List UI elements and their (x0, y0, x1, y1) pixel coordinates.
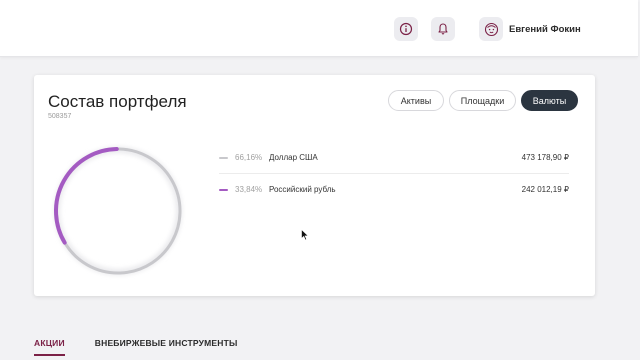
legend-swatch (219, 188, 228, 191)
avatar (479, 17, 503, 41)
legend-row[interactable]: 66,16% Доллар США 473 178,90 ₽ (219, 142, 569, 174)
card-title: Состав портфеля (48, 92, 187, 111)
portfolio-legend: 66,16% Доллар США 473 178,90 ₽ 33,84% Ро… (219, 142, 569, 205)
info-button[interactable] (394, 17, 418, 41)
tab-stocks[interactable]: АКЦИИ (34, 338, 65, 356)
portfolio-donut-chart (54, 147, 182, 275)
account-id: 508357 (48, 113, 72, 120)
notifications-button[interactable] (431, 17, 455, 41)
info-icon (399, 22, 413, 36)
instrument-tabs: АКЦИИ ВНЕБИРЖЕВЫЕ ИНСТРУМЕНТЫ (34, 338, 268, 356)
portfolio-card: Состав портфеля 508357 Активы Площадки В… (34, 75, 595, 296)
legend-percent: 33,84% (235, 185, 263, 194)
legend-percent: 66,16% (235, 153, 263, 162)
donut-segment-2 (54, 147, 119, 245)
legend-label: Доллар США (269, 153, 318, 162)
user-name: Евгений Фокин (509, 23, 581, 35)
legend-amount: 242 012,19 ₽ (521, 185, 569, 194)
legend-label: Российский рубль (269, 185, 336, 194)
segment-currencies-button[interactable]: Валюты (521, 90, 578, 111)
view-switcher: Активы Площадки Валюты (388, 90, 578, 111)
legend-swatch (219, 156, 228, 159)
legend-row[interactable]: 33,84% Российский рубль 242 012,19 ₽ (219, 174, 569, 205)
tab-otc-instruments[interactable]: ВНЕБИРЖЕВЫЕ ИНСТРУМЕНТЫ (95, 338, 238, 356)
segment-venues-button[interactable]: Площадки (449, 90, 516, 111)
bell-icon (438, 23, 448, 35)
user-menu[interactable]: Евгений Фокин (479, 17, 581, 41)
legend-amount: 473 178,90 ₽ (521, 153, 569, 162)
donut-segment-1 (64, 147, 182, 275)
top-bar: Евгений Фокин (0, 0, 638, 57)
segment-assets-button[interactable]: Активы (388, 90, 444, 111)
mouse-cursor-icon (301, 229, 309, 241)
avatar-face-icon (484, 22, 498, 36)
